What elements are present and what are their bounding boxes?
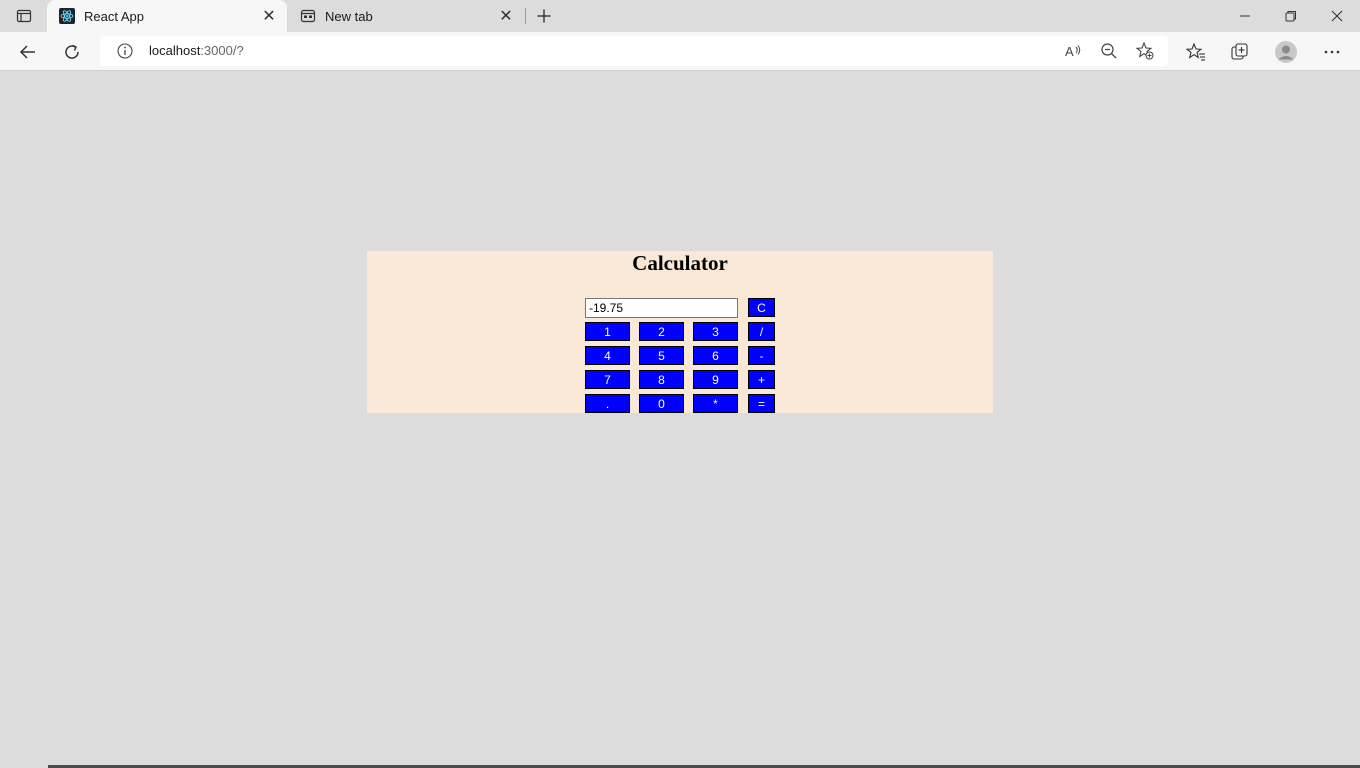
tab-react-app[interactable]: React App ✕ [47,0,287,32]
key-4-button[interactable]: 4 [585,346,630,365]
tab-title: React App [84,8,144,24]
url-text[interactable]: localhost:3000/? [149,43,244,58]
key-2-button[interactable]: 2 [639,322,684,341]
new-tab-icon[interactable] [532,4,556,28]
key-8-button[interactable]: 8 [639,370,684,389]
key-9-button[interactable]: 9 [693,370,738,389]
address-bar[interactable]: localhost:3000/? A [100,36,1168,66]
back-arrow-icon[interactable] [13,37,43,67]
decimal-button[interactable]: . [585,394,630,413]
url-host: localhost [149,43,201,58]
key-0-button[interactable]: 0 [639,394,684,413]
tab-title: New tab [325,8,373,24]
tab-new-tab[interactable]: New tab ✕ [288,0,524,32]
info-icon[interactable] [116,42,134,60]
react-icon [59,8,75,24]
subtract-button[interactable]: - [748,346,775,365]
svg-text:A: A [1065,44,1074,59]
key-5-button[interactable]: 5 [639,346,684,365]
key-3-button[interactable]: 3 [693,322,738,341]
favorites-icon[interactable] [1181,37,1211,67]
tab-separator [525,8,526,24]
clear-button[interactable]: C [748,298,775,317]
refresh-icon[interactable] [57,37,87,67]
more-options-icon[interactable] [1317,37,1347,67]
browser-toolbar: localhost:3000/? A [0,32,1360,71]
zoom-out-icon[interactable] [1098,40,1120,62]
minimize-icon[interactable] [1222,0,1268,32]
key-7-button[interactable]: 7 [585,370,630,389]
calculator-panel: Calculator C 1 2 3 / 4 5 6 - 7 8 9 + . 0… [367,251,993,413]
collections-icon[interactable] [1225,37,1255,67]
tab-actions-icon[interactable] [10,4,38,28]
add-button[interactable]: + [748,370,775,389]
profile-avatar-icon[interactable] [1271,37,1301,67]
newtab-icon [300,8,316,24]
url-path: :3000/? [200,43,244,58]
calculator-title: Calculator [632,251,728,275]
calculator-display[interactable] [585,298,738,318]
add-favorite-icon[interactable] [1134,40,1156,62]
restore-icon[interactable] [1268,0,1314,32]
tab-bar: React App ✕ New tab ✕ [0,0,1360,32]
key-6-button[interactable]: 6 [693,346,738,365]
read-aloud-icon[interactable]: A [1062,40,1084,62]
divide-button[interactable]: / [748,322,775,341]
close-window-icon[interactable] [1314,0,1360,32]
equals-button[interactable]: = [748,394,775,413]
close-tab-icon[interactable]: ✕ [257,4,281,28]
key-1-button[interactable]: 1 [585,322,630,341]
multiply-button[interactable]: * [693,394,738,413]
close-tab-icon[interactable]: ✕ [494,4,518,28]
